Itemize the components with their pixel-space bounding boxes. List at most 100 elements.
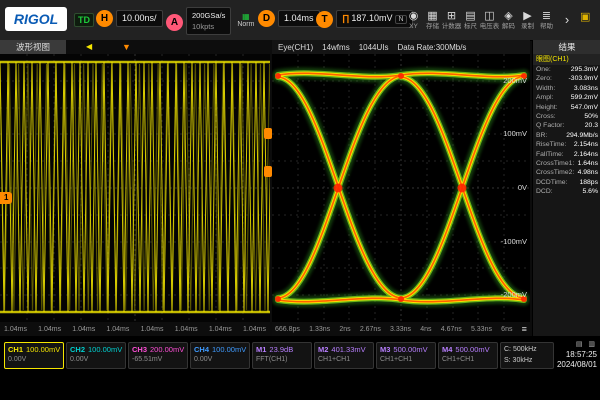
eye-diagram-display[interactable]: 200mV 100mV 0V -100mV -200mV xyxy=(272,54,530,322)
result-row: Width:3.083ns xyxy=(533,84,600,93)
channel-name: M2 xyxy=(318,344,328,355)
result-value: 1.64ns xyxy=(578,159,598,168)
time-tick: 4ns xyxy=(420,326,431,333)
tool-storage[interactable]: ▦ 存储 xyxy=(423,3,442,37)
eye-level-marker-low[interactable] xyxy=(264,166,272,177)
waveform-view-tab[interactable]: 波形视图 xyxy=(0,40,66,54)
record-icon: ▶ xyxy=(523,10,531,22)
results-sidebar: 结果 眼图(CH1) One:295.3mV Zero:-303.9mV Wid… xyxy=(532,40,600,336)
acquisition-control[interactable]: A 200GSa/s 10kpts ▦ Norm xyxy=(166,7,254,35)
channel-scale: 23.9dB xyxy=(269,344,293,355)
trigger-position-marker[interactable]: ▼ xyxy=(122,42,131,52)
time-tick: 1.04ms xyxy=(106,326,129,333)
waveform-top-strip: ◀ ▼ xyxy=(66,40,272,54)
tool-counter[interactable]: ⊞ 计数器 xyxy=(442,3,461,37)
counter-status-box[interactable]: C: 500kHz S: 30kHz xyxy=(500,342,554,369)
tool-help[interactable]: ≣ 帮助 xyxy=(537,3,556,37)
channel-offset: CH1+CH1 xyxy=(442,355,494,364)
notification-icon[interactable]: ▣ xyxy=(580,10,590,23)
delay-key-icon[interactable]: D xyxy=(258,10,275,27)
waveform-display[interactable] xyxy=(0,54,270,322)
axis-menu-icon[interactable]: ≡ xyxy=(522,324,527,334)
channel-name: CH2 xyxy=(70,344,85,355)
time-tick: 4.67ns xyxy=(441,326,462,333)
eye-volt-label: 200mV xyxy=(503,77,527,85)
time-tick: 6ns xyxy=(501,326,512,333)
results-section-label[interactable]: 眼图(CH1) xyxy=(533,54,600,65)
channel-scale: 500.00mV xyxy=(455,344,489,355)
collapse-arrow-icon[interactable]: ◀ xyxy=(86,43,92,51)
ch2-status-box[interactable]: CH2100.00mV 0.00V xyxy=(66,342,126,369)
result-value: 2.154ns xyxy=(574,140,598,149)
results-title[interactable]: 结果 xyxy=(533,40,600,54)
ch4-status-box[interactable]: CH4100.00mV 0.00V xyxy=(190,342,250,369)
channel-name: CH1 xyxy=(8,344,23,355)
waveform-plot xyxy=(0,54,270,322)
channel-name: CH3 xyxy=(132,344,147,355)
channel-name: CH4 xyxy=(194,344,209,355)
trigger-slope-icon: ∏ xyxy=(342,13,349,23)
horizontal-scale-control[interactable]: H 10.00ns/ xyxy=(96,10,163,27)
result-value: 294.9Mb/s xyxy=(566,131,598,140)
math4-status-box[interactable]: M4500.00mV CH1+CH1 xyxy=(438,342,498,369)
time-tick: 1.04ms xyxy=(4,326,27,333)
result-row: DCDTime:188ps xyxy=(533,178,600,187)
math1-status-box[interactable]: M123.9dB FFT(CH1) xyxy=(252,342,312,369)
tool-xy[interactable]: ◉ XY xyxy=(404,3,423,37)
horizontal-scale-value[interactable]: 10.00ns/ xyxy=(116,10,163,27)
result-label: DCDTime: xyxy=(536,178,567,187)
eye-level-marker-high[interactable] xyxy=(264,128,272,139)
tool-label: 电压表 xyxy=(480,23,499,30)
tool-decode[interactable]: ◈ 解码 xyxy=(499,3,518,37)
horizontal-key-icon[interactable]: H xyxy=(96,10,113,27)
result-label: RiseTime: xyxy=(536,140,566,149)
tool-label: 录制 xyxy=(521,23,534,30)
result-label: One: xyxy=(536,65,551,74)
tool-label: 帮助 xyxy=(540,23,553,30)
rigol-logo: RIGOL xyxy=(5,7,67,31)
trigger-key-icon[interactable]: T xyxy=(316,11,333,28)
channel-offset: 0.00V xyxy=(8,355,60,364)
delay-control[interactable]: D 1.04ms xyxy=(258,10,320,27)
acquire-mode[interactable]: ▦ Norm xyxy=(237,13,254,29)
decode-icon: ◈ xyxy=(504,10,512,22)
result-label: Cross: xyxy=(536,112,556,121)
ch1-status-box[interactable]: CH1100.00mV 0.00V xyxy=(4,342,64,369)
ch3-status-box[interactable]: CH3200.00mV -65.51mV xyxy=(128,342,188,369)
trigger-level-value[interactable]: 187.10mV xyxy=(351,13,392,23)
result-label: Width: xyxy=(536,84,555,93)
trigger-control[interactable]: T ∏187.10mVN xyxy=(316,10,413,28)
eye-volt-label: 0V xyxy=(518,184,527,192)
tool-voltmeter[interactable]: ◫ 电压表 xyxy=(480,3,499,37)
result-row: FallTime:2.164ns xyxy=(533,150,600,159)
result-row: BR:294.9Mb/s xyxy=(533,131,600,140)
channel-status-bar: CH1100.00mV 0.00V CH2100.00mV 0.00V CH32… xyxy=(0,336,600,400)
trigger-mode-badge[interactable]: TD xyxy=(74,13,94,27)
result-value: 547.0mV xyxy=(571,103,598,112)
channel-scale: 200.00mV xyxy=(150,344,184,355)
result-label: Zero: xyxy=(536,74,552,83)
delay-value[interactable]: 1.04ms xyxy=(278,10,320,27)
counter-frequency: C: 500kHz xyxy=(504,344,550,355)
channel-scale: 100.00mV xyxy=(88,344,122,355)
channel1-offset-marker[interactable]: 1 xyxy=(0,192,12,204)
memory-depth: 10kpts xyxy=(192,21,225,32)
result-row: CrossTime1:1.64ns xyxy=(533,159,600,168)
result-label: CrossTime2: xyxy=(536,168,574,177)
toolbar-more-chevron-icon[interactable]: › xyxy=(560,8,574,32)
acquire-key-icon[interactable]: A xyxy=(166,14,183,31)
time-tick: 1.04ms xyxy=(175,326,198,333)
time-tick: 5.33ns xyxy=(471,326,492,333)
tool-label: 计数器 xyxy=(442,23,461,30)
math2-status-box[interactable]: M2401.33mV CH1+CH1 xyxy=(314,342,374,369)
tool-record[interactable]: ▶ 录制 xyxy=(518,3,537,37)
channel-name: M3 xyxy=(380,344,390,355)
time-tick: 2.67ns xyxy=(360,326,381,333)
channel-offset: -65.51mV xyxy=(132,355,184,364)
result-label: DCD: xyxy=(536,187,553,196)
tool-ruler[interactable]: ▤ 标尺 xyxy=(461,3,480,37)
math3-status-box[interactable]: M3500.00mV CH1+CH1 xyxy=(376,342,436,369)
time-tick: 1.04ms xyxy=(38,326,61,333)
acquire-mode-label: Norm xyxy=(237,21,254,29)
sample-rate: 200GSa/s xyxy=(192,10,225,21)
